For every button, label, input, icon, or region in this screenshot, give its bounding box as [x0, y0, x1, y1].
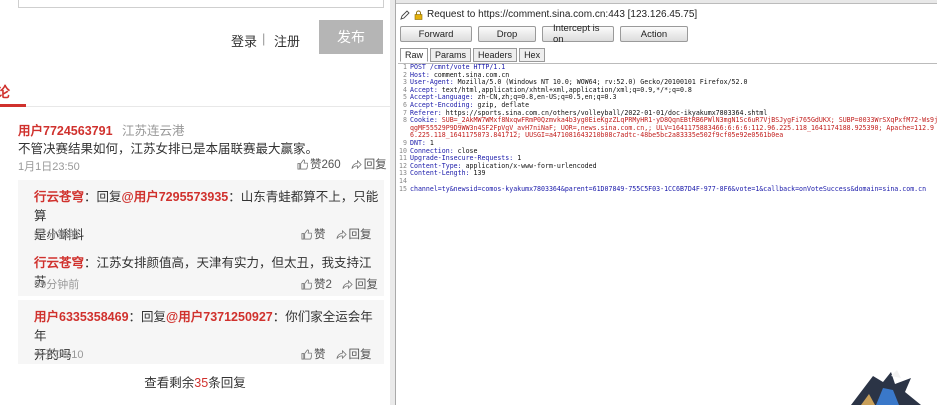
- reply-target-link[interactable]: @用户7295573935: [122, 190, 229, 204]
- reply-actions: 赞 回复: [301, 226, 372, 242]
- reply-item: 行云苍穹：江苏女排颜值高，天津有实力，但太丑，我支持江苏 59分钟前 赞2 回复: [18, 246, 384, 296]
- reply-user-link[interactable]: 用户6335358469: [34, 310, 129, 324]
- body-line: 15 channel=ty&newsid=comos-kyakumx7803364…: [399, 184, 927, 193]
- reply-time: 今天09:10: [34, 349, 84, 361]
- like-button[interactable]: 赞2: [301, 276, 332, 292]
- reply-actions: 赞2 回复: [301, 276, 378, 292]
- reply-label: 回复: [348, 349, 372, 361]
- comment-item: 用户7724563791 江苏连云港 不管决赛结果如何，江苏女排已是本届联赛最大…: [0, 112, 390, 178]
- burp-intercept-panel: Request to https://comment.sina.com.cn:4…: [395, 0, 937, 405]
- reply-prefix: ：回复: [128, 310, 167, 324]
- reply-button[interactable]: 回复: [351, 156, 387, 172]
- comment-header: 用户7724563791 江苏连云港: [18, 120, 185, 139]
- like-count: 赞2: [314, 279, 332, 291]
- section-title-fragment: 论: [0, 84, 10, 100]
- reply-item: 行云苍穹：回复@用户7295573935：山东青蛙都算不上，只能算 是小蝌蚪 57…: [18, 180, 384, 246]
- forward-button[interactable]: Forward: [400, 26, 472, 42]
- header-line: 9 DNT: 1: [403, 138, 434, 147]
- thumbs-up-icon: [301, 229, 312, 239]
- share-arrow-icon: [351, 159, 362, 169]
- intercept-toolbar: Forward Drop Intercept is on Action: [400, 23, 688, 45]
- reply-user-link[interactable]: 行云苍穹: [34, 190, 84, 204]
- share-arrow-icon: [336, 349, 347, 359]
- lock-icon: [414, 10, 423, 20]
- reply-actions: 赞 回复: [301, 346, 372, 362]
- thumbs-up-icon: [297, 159, 308, 169]
- more-replies-link[interactable]: 查看剩余35条回复: [0, 372, 390, 391]
- reply-button[interactable]: 回复: [336, 226, 372, 242]
- reply-time: 57分钟前: [34, 229, 80, 241]
- like-button[interactable]: 赞: [301, 226, 326, 242]
- like-button[interactable]: 赞: [301, 346, 326, 362]
- reply-prefix: ：回复: [84, 190, 122, 204]
- like-count: 赞: [314, 229, 326, 241]
- comment-location: 江苏连云港: [122, 124, 185, 138]
- reply-label: 回复: [363, 159, 387, 171]
- message-tabs: Raw Params Headers Hex: [400, 48, 546, 62]
- reply-target-link[interactable]: @用户7371250927: [166, 310, 273, 324]
- thumbs-up-icon: [301, 349, 312, 359]
- reply-time: 59分钟前: [34, 279, 80, 291]
- action-button[interactable]: Action: [620, 26, 688, 42]
- share-arrow-icon: [342, 279, 353, 289]
- request-title: Request to https://comment.sina.com.cn:4…: [400, 9, 697, 20]
- login-link[interactable]: 登录: [231, 31, 257, 50]
- share-arrow-icon: [336, 229, 347, 239]
- tab-params[interactable]: Params: [430, 48, 472, 62]
- reply-user-link[interactable]: 行云苍穹: [34, 256, 84, 270]
- header-line: 13 Content-Length: 139: [399, 169, 486, 178]
- like-count: 赞260: [310, 159, 341, 171]
- comment-time: 1月1日23:50: [18, 161, 80, 173]
- more-replies-suffix: 条回复: [208, 376, 246, 390]
- comment-textbox[interactable]: [18, 0, 384, 8]
- more-replies-count: 35: [194, 376, 209, 390]
- drop-button[interactable]: Drop: [478, 26, 536, 42]
- tab-raw[interactable]: Raw: [400, 48, 429, 62]
- like-count: 赞: [314, 349, 326, 361]
- publish-button[interactable]: 发布: [319, 20, 383, 54]
- reply-label: 回复: [348, 229, 372, 241]
- section-accent-bar: [0, 104, 26, 107]
- auth-separator: |: [262, 31, 266, 46]
- like-button[interactable]: 赞260: [297, 156, 341, 172]
- reply-button[interactable]: 回复: [336, 346, 372, 362]
- anime-character-image: [851, 370, 921, 405]
- reply-button[interactable]: 回复: [342, 276, 378, 292]
- request-url: Request to https://comment.sina.com.cn:4…: [427, 9, 698, 20]
- register-link[interactable]: 注册: [274, 31, 300, 50]
- intercept-toggle-button[interactable]: Intercept is on: [542, 23, 614, 45]
- pencil-icon[interactable]: [400, 9, 410, 20]
- section-divider: [0, 106, 390, 107]
- burp-tab-strip: [396, 0, 937, 4]
- raw-request-editor[interactable]: 1 POST /cmnt/vote HTTP/1.1 2 Host: comment…: [398, 63, 937, 405]
- more-replies-prefix: 查看剩余: [144, 376, 195, 390]
- tab-hex[interactable]: Hex: [519, 48, 546, 62]
- comment-user-link[interactable]: 用户7724563791: [18, 124, 113, 138]
- tab-headers[interactable]: Headers: [473, 48, 518, 62]
- comment-page: 登录 | 注册 发布 论 用户7724563791 江苏连云港 不管决赛结果如何…: [0, 0, 390, 405]
- cookie-line: 8 Cookie: SUB=_2AkMW7WMxf8NxqwFRmP0Qzmvka…: [403, 116, 937, 140]
- thumbs-up-icon: [301, 279, 312, 289]
- comment-actions: 赞260 回复: [297, 156, 387, 172]
- reply-item: 用户6335358469：回复@用户7371250927：你们家全运会年年 开的吗…: [18, 300, 384, 364]
- reply-label: 回复: [354, 279, 378, 291]
- comment-text: 不管决赛结果如何，江苏女排已是本届联赛最大赢家。: [18, 142, 319, 156]
